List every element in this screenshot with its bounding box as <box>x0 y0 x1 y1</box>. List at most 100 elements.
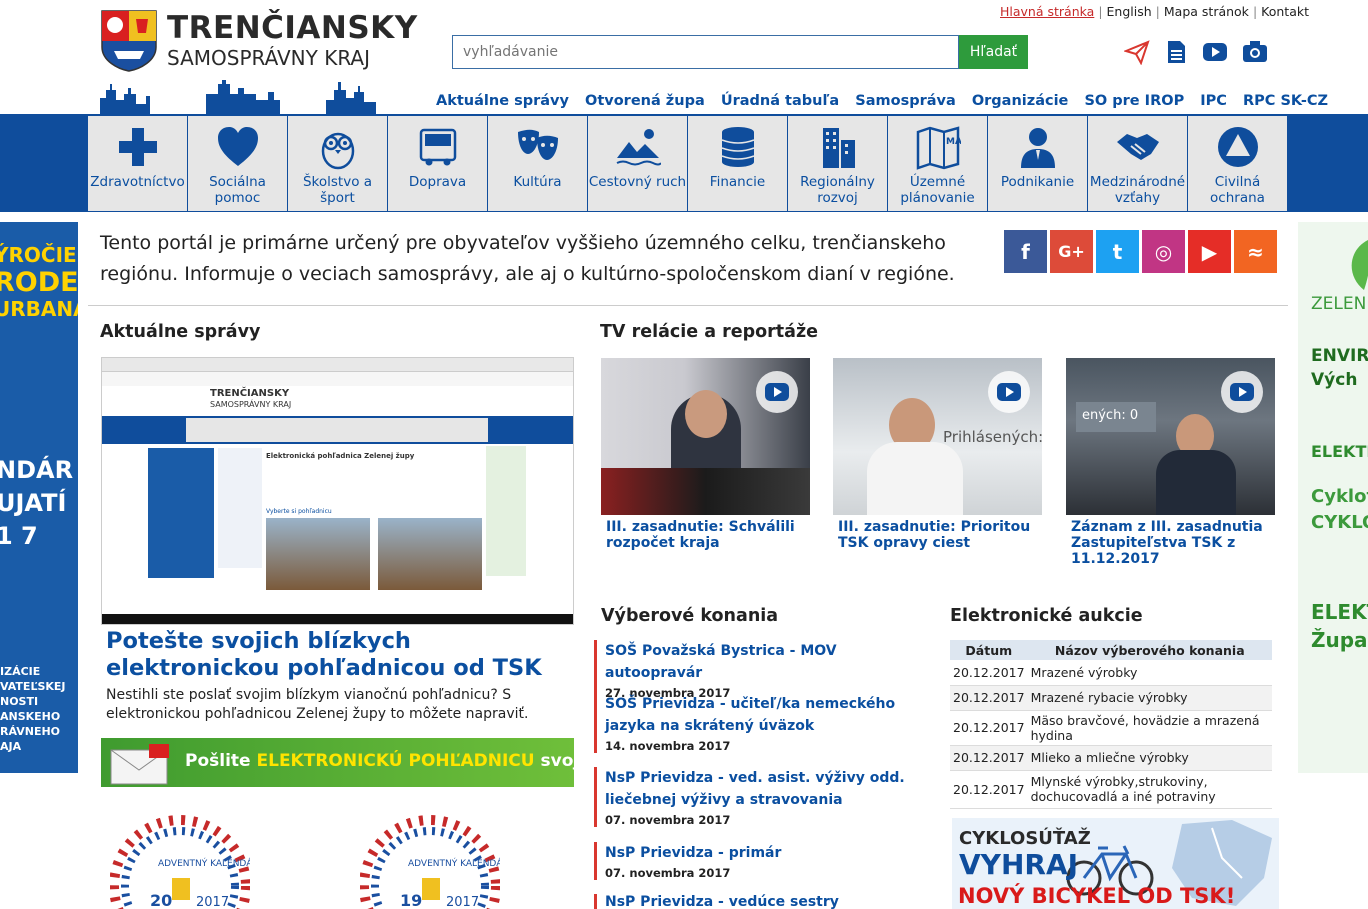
map-icon: MAP <box>916 126 961 170</box>
category-regionalny-rozvoj[interactable]: Regionálny rozvoj <box>788 116 887 211</box>
intro-text: Tento portál je primárne určený pre obyv… <box>100 232 955 285</box>
heart-icon <box>217 127 258 166</box>
play-icon <box>988 371 1030 413</box>
buildings-icon <box>822 128 855 168</box>
home-link[interactable]: Hlavná stránka <box>1000 4 1094 19</box>
tender-item[interactable]: SOŠ Považská Bystrica - MOV autoopravár 2… <box>594 640 929 700</box>
right-side-banner[interactable]: ZELEN ENVIR Vých ELEKTR Cyklot CYKLO ELE… <box>1298 222 1368 773</box>
theater-masks-icon <box>517 129 558 160</box>
category-socialna-pomoc[interactable]: Sociálna pomoc <box>188 116 287 211</box>
category-label: Sociálna pomoc <box>209 174 266 206</box>
auctions-table: Dátum Názov výberového konania 20.12.2017… <box>950 640 1272 809</box>
tender-item[interactable]: SOŠ Prievidza - učiteľ/ka nemeckého jazy… <box>594 693 929 753</box>
google-plus-icon[interactable]: G+ <box>1050 230 1093 273</box>
category-financie[interactable]: Financie <box>688 116 787 211</box>
facebook-icon[interactable]: f <box>1004 230 1047 273</box>
english-link[interactable]: English <box>1107 4 1152 19</box>
top-links: Hlavná stránka | English | Mapa stránok | Kont… <box>1000 4 1310 19</box>
video-icon[interactable] <box>1202 39 1228 65</box>
search-input[interactable] <box>452 35 959 69</box>
send-icon[interactable] <box>1124 39 1150 65</box>
news-heading: Aktuálne správy <box>100 322 261 342</box>
businessman-icon <box>1020 128 1055 168</box>
tv-thumbnail-2[interactable]: Prihlásených: <box>833 358 1042 515</box>
owl-icon <box>321 132 354 170</box>
category-skolstvo[interactable]: Školstvo a šport <box>288 116 387 211</box>
coins-icon <box>721 127 754 167</box>
twitter-icon[interactable]: t <box>1096 230 1139 273</box>
nav-uradna-tabula[interactable]: Úradná tabuľa <box>721 93 839 109</box>
advent-calendar-19[interactable]: ADVENTNÝ KALENDÁR 19 2017 <box>360 806 500 909</box>
left-side-banner[interactable]: ÝROČIERODENIAURBANA NDÁRUJATÍ1 7 IZÁCIEV… <box>0 222 78 773</box>
main-navigation: Aktuálne správy Otvorená župa Úradná tab… <box>436 93 1339 109</box>
category-label: Podnikanie <box>1000 174 1075 190</box>
document-icon[interactable] <box>1163 39 1189 65</box>
play-icon <box>756 371 798 413</box>
column-header: Názov výberového konania <box>1027 640 1272 660</box>
svg-text:2017: 2017 <box>196 895 229 909</box>
site-subtitle[interactable]: SAMOSPRÁVNY KRAJ <box>167 46 370 70</box>
category-medzinarodne-vztahy[interactable]: Medzinárodné vzťahy <box>1088 116 1187 211</box>
instagram-icon[interactable]: ◎ <box>1142 230 1185 273</box>
camera-icon[interactable] <box>1242 39 1268 65</box>
rss-icon[interactable]: ≈ <box>1234 230 1277 273</box>
table-row[interactable]: 20.12.2017 Mlieko a mliečne výrobky <box>950 745 1272 771</box>
table-row[interactable]: 20.12.2017 Mlynské výrobky,strukoviny, do… <box>950 770 1272 809</box>
postcard-banner[interactable]: Pošlite ELEKTRONICKÚ POHĽADNICU svojim b… <box>101 738 574 787</box>
tv-caption-3[interactable]: Záznam z III. zasadnutia Zastupiteľstva … <box>1071 519 1286 567</box>
tv-caption-2[interactable]: III. zasadnutie: Prioritou TSK opravy ci… <box>838 519 1053 551</box>
svg-text:MAP: MAP <box>946 137 961 147</box>
news-description: Nestihli ste poslať svojim blízkym viano… <box>106 687 529 722</box>
site-title[interactable]: TRENČIANSKY <box>167 10 418 46</box>
category-uzemne-planovanie[interactable]: MAP Územné plánovanie <box>888 116 987 211</box>
category-label: Doprava <box>408 174 467 190</box>
sitemap-link[interactable]: Mapa stránok <box>1164 4 1249 19</box>
civil-defense-icon <box>1217 127 1258 167</box>
tender-item[interactable]: NsP Prievidza - primár 07. novembra 2017 <box>594 842 929 880</box>
category-podnikanie[interactable]: Podnikanie <box>988 116 1087 211</box>
column-header: Dátum <box>950 640 1028 660</box>
youtube-icon[interactable]: ▶ <box>1188 230 1231 273</box>
category-zdravotnictvo[interactable]: Zdravotníctvo <box>88 116 187 211</box>
svg-text:19: 19 <box>400 891 422 909</box>
category-doprava[interactable]: Doprava <box>388 116 487 211</box>
auctions-heading: Elektronické aukcie <box>950 606 1143 626</box>
category-cestovny-ruch[interactable]: Cestovný ruch <box>588 116 687 211</box>
play-icon <box>1221 371 1263 413</box>
category-kultura[interactable]: Kultúra <box>488 116 587 211</box>
search-button[interactable]: Hľadať <box>959 35 1028 69</box>
category-label: Financie <box>709 174 766 190</box>
handshake-icon <box>1116 134 1159 160</box>
coat-of-arms-logo[interactable] <box>100 9 158 72</box>
nav-otvorena-zupa[interactable]: Otvorená župa <box>585 93 705 109</box>
nav-organizacie[interactable]: Organizácie <box>972 93 1069 109</box>
table-row[interactable]: 20.12.2017 Mrazené rybacie výrobky <box>950 685 1272 711</box>
divider <box>88 305 1288 306</box>
castle-skyline-decoration <box>100 80 376 116</box>
medical-cross-icon <box>118 128 157 166</box>
bus-icon <box>419 128 456 166</box>
news-image[interactable]: TRENČIANSKY SAMOSPRÁVNY KRAJ Elektronick… <box>101 357 574 625</box>
category-label: Cestovný ruch <box>588 174 687 190</box>
tv-caption-1[interactable]: III. zasadnutie: Schválili rozpočet kraj… <box>606 519 821 551</box>
nav-rpc-sk-cz[interactable]: RPC SK-CZ <box>1243 93 1328 109</box>
category-civilna-ochrana[interactable]: Civilná ochrana <box>1188 116 1287 211</box>
cycling-contest-banner[interactable]: CYKLOSÚŤAŽ VYHRAJ NOVÝ BICYKEL OD TSK! <box>952 818 1279 909</box>
nav-ipc[interactable]: IPC <box>1200 93 1227 109</box>
svg-text:ADVENTNÝ KALENDÁR: ADVENTNÝ KALENDÁR <box>408 857 500 869</box>
news-title[interactable]: Potešte svojich blízkych elektronickou p… <box>106 628 576 682</box>
tender-item[interactable]: NsP Prievidza - vedúce sestry <box>594 894 929 909</box>
nav-so-pre-irop[interactable]: SO pre IROP <box>1084 93 1184 109</box>
nav-samosprava[interactable]: Samospráva <box>855 93 955 109</box>
tv-thumbnail-1[interactable] <box>601 358 810 515</box>
table-row[interactable]: 20.12.2017 Mäso bravčové, hovädzie a mraz… <box>950 710 1272 746</box>
tv-thumbnail-3[interactable]: ených: 0 <box>1066 358 1275 515</box>
svg-text:ADVENTNÝ KALENDÁR: ADVENTNÝ KALENDÁR <box>158 857 250 869</box>
advent-calendar-20[interactable]: ADVENTNÝ KALENDÁR 20 2017 <box>110 806 250 909</box>
tender-item[interactable]: NsP Prievidza - ved. asist. výživy odd. … <box>594 767 929 827</box>
nav-aktualne-spravy[interactable]: Aktuálne správy <box>436 93 569 109</box>
contact-link[interactable]: Kontakt <box>1261 4 1309 19</box>
category-label: Civilná ochrana <box>1210 174 1265 206</box>
table-row[interactable]: 20.12.2017 Mrazené výrobky <box>950 660 1272 686</box>
envelope-icon <box>110 744 169 785</box>
